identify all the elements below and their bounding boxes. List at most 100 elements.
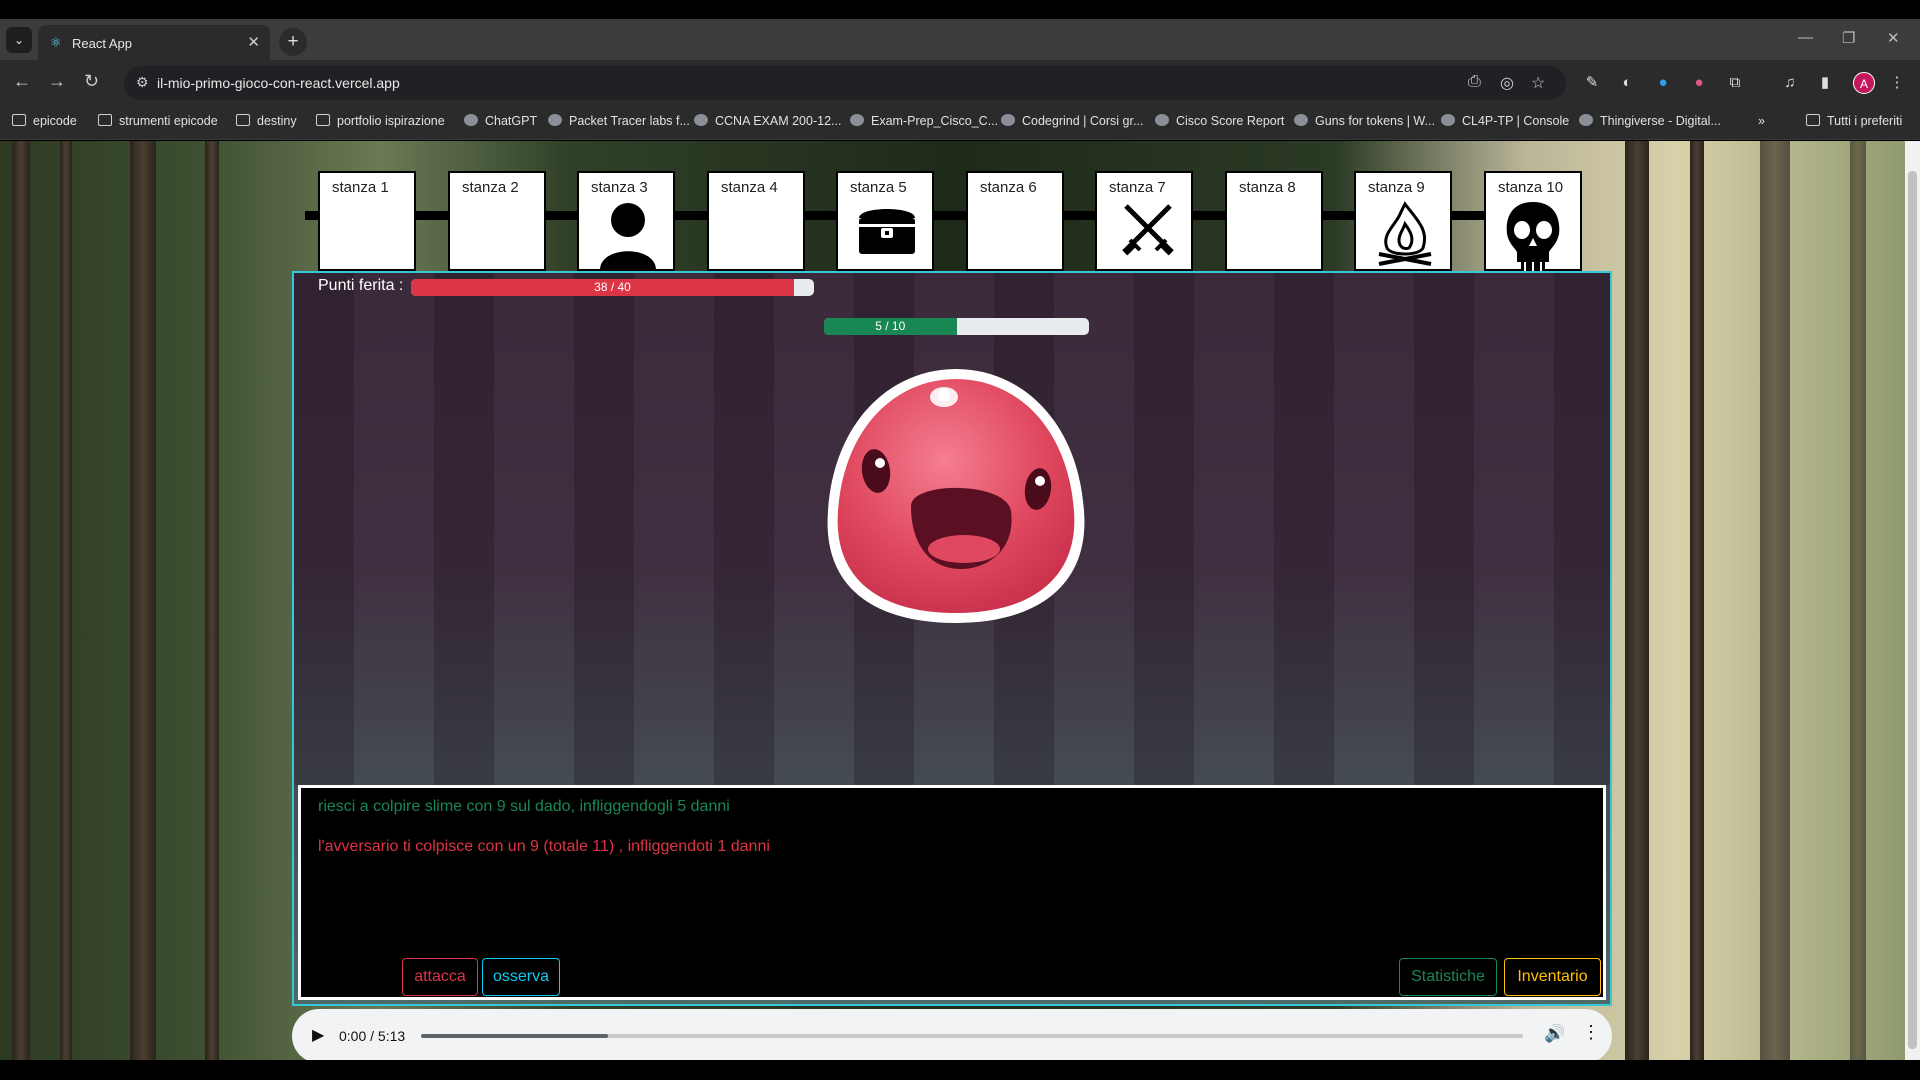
room-label: stanza 10 <box>1498 179 1564 196</box>
room-4: stanza 4 <box>707 171 805 271</box>
tab-search-button[interactable]: ⌄ <box>6 27 32 53</box>
address-bar[interactable]: ⚙ il-mio-primo-gioco-con-react.vercel.ap… <box>124 66 1566 100</box>
site-icon <box>1294 114 1308 126</box>
room-label: stanza 7 <box>1109 179 1166 196</box>
minimize-icon[interactable]: — <box>1798 29 1813 46</box>
profile-avatar[interactable]: A <box>1853 72 1875 94</box>
room-8: stanza 8 <box>1225 171 1323 271</box>
room-label: stanza 3 <box>591 179 648 196</box>
bookmark-label: CL4P-TP | Console <box>1462 114 1570 128</box>
bookmark-item[interactable]: Cisco Score Report <box>1155 114 1284 128</box>
extension-icon[interactable]: ◐ <box>1617 73 1637 93</box>
more-options-icon[interactable]: ⋮ <box>1582 1022 1600 1043</box>
media-control-icon[interactable]: ♫ <box>1780 73 1800 93</box>
close-window-icon[interactable]: ✕ <box>1887 29 1900 47</box>
audio-seek-bar[interactable] <box>421 1034 1523 1038</box>
room-label: stanza 2 <box>462 179 519 196</box>
bookmark-item[interactable]: ChatGPT <box>464 114 537 128</box>
game-panel: Punti ferita : 38 / 40 5 / 10 riesci a c… <box>292 271 1612 1006</box>
browser-tab[interactable]: ⚛ React App ✕ <box>38 25 270 60</box>
bookmark-label: Cisco Score Report <box>1176 114 1285 128</box>
room-label: stanza 6 <box>980 179 1037 196</box>
folder-icon <box>1806 114 1820 126</box>
observe-button[interactable]: osserva <box>482 958 560 996</box>
bookmark-item[interactable]: Thingiverse - Digital... <box>1579 114 1721 128</box>
bookmark-label: Exam-Prep_Cisco_C... <box>871 114 999 128</box>
folder-icon <box>98 114 112 126</box>
folder-icon <box>12 114 26 126</box>
folder-icon <box>236 114 250 126</box>
browser-menu-icon[interactable]: ⋮ <box>1887 73 1907 93</box>
tracking-protection-icon[interactable]: ◎ <box>1500 73 1514 93</box>
bookmark-label: Guns for tokens | W... <box>1315 114 1435 128</box>
bookmark-item[interactable]: Packet Tracer labs f... <box>548 114 690 128</box>
page-scrollbar[interactable] <box>1905 141 1920 1060</box>
folder-icon <box>316 114 330 126</box>
audio-progress <box>421 1034 609 1038</box>
bookmark-label: epicode <box>33 114 77 128</box>
bookmark-label: ChatGPT <box>485 114 538 128</box>
color-extension-icon[interactable]: ● <box>1689 73 1709 93</box>
enemy-hp-text: 5 / 10 <box>875 319 906 333</box>
log-message: riesci a colpire slime con 9 sul dado, i… <box>318 798 730 815</box>
bookmark-star-icon[interactable]: ☆ <box>1531 73 1545 93</box>
bookmark-item[interactable]: strumenti epicode <box>98 114 218 128</box>
bookmark-item[interactable]: Exam-Prep_Cisco_C... <box>850 114 998 128</box>
log-message: l'avversario ti colpisce con un 9 (total… <box>318 838 770 855</box>
room-5: stanza 5 <box>836 171 934 271</box>
player-hp-text: 38 / 40 <box>594 280 631 294</box>
room-label: stanza 1 <box>332 179 389 196</box>
bookmark-item[interactable]: destiny <box>236 114 297 128</box>
bookmark-label: Packet Tracer labs f... <box>569 114 690 128</box>
scrollbar-thumb[interactable] <box>1908 171 1917 1049</box>
room-label: stanza 9 <box>1368 179 1425 196</box>
bookmark-item[interactable]: Tutti i preferiti <box>1806 114 1902 128</box>
site-icon <box>548 114 562 126</box>
slime-enemy-image[interactable] <box>816 361 1096 631</box>
tab-title: React App <box>72 36 132 51</box>
room-2: stanza 2 <box>448 171 546 271</box>
site-icon <box>1001 114 1015 126</box>
bookmark-item[interactable]: epicode <box>12 114 77 128</box>
shazam-extension-icon[interactable]: ● <box>1653 73 1673 93</box>
install-app-icon[interactable]: ⎙ <box>1468 73 1481 91</box>
bookmark-label: Thingiverse - Digital... <box>1600 114 1721 128</box>
stats-button[interactable]: Statistiche <box>1399 958 1497 996</box>
extensions-puzzle-icon[interactable]: ⧉ <box>1725 73 1745 93</box>
bookmarks-bar: epicode strumenti epicode destiny portfolio… <box>0 106 1920 140</box>
browser-titlebar: ⌄ ⚛ React App ✕ + — ❐ ✕ <box>0 19 1920 60</box>
volume-icon[interactable]: 🔊 <box>1544 1024 1565 1044</box>
room-9: stanza 9 <box>1354 171 1452 271</box>
attack-button[interactable]: attacca <box>402 958 478 996</box>
eyedropper-extension-icon[interactable]: ✎ <box>1582 73 1602 93</box>
site-icon <box>1579 114 1593 126</box>
room-10: stanza 10 <box>1484 171 1582 272</box>
enemy-hp-bar: 5 / 10 <box>824 318 1089 335</box>
site-info-icon[interactable]: ⚙ <box>136 74 149 91</box>
combat-log: riesci a colpire slime con 9 sul dado, i… <box>298 785 1606 1000</box>
reload-icon[interactable]: ↻ <box>84 71 99 92</box>
chatgpt-icon <box>464 114 478 126</box>
play-icon[interactable]: ▶ <box>312 1025 324 1045</box>
more-bookmarks-icon[interactable]: » <box>1758 114 1765 128</box>
close-tab-icon[interactable]: ✕ <box>247 33 260 51</box>
room-7: stanza 7 <box>1095 171 1193 271</box>
site-icon <box>1155 114 1169 126</box>
bookmark-label: Tutti i preferiti <box>1827 114 1903 128</box>
room-label: stanza 8 <box>1239 179 1296 196</box>
bookmark-item[interactable]: CCNA EXAM 200-12... <box>694 114 841 128</box>
side-panel-icon[interactable]: ▮ <box>1815 73 1835 93</box>
forward-icon[interactable]: → <box>48 71 66 92</box>
bookmark-item[interactable]: portfolio ispirazione <box>316 114 445 128</box>
new-tab-button[interactable]: + <box>279 28 307 56</box>
bookmark-item[interactable]: Codegrind | Corsi gr... <box>1001 114 1143 128</box>
back-icon[interactable]: ← <box>13 71 31 92</box>
inventory-button[interactable]: Inventario <box>1504 958 1601 996</box>
bookmark-label: strumenti epicode <box>119 114 218 128</box>
audio-time: 0:00 / 5:13 <box>339 1028 406 1044</box>
bookmark-item[interactable]: Guns for tokens | W... <box>1294 114 1435 128</box>
room-3: stanza 3 <box>577 171 675 271</box>
bookmark-item[interactable]: CL4P-TP | Console <box>1441 114 1569 128</box>
restore-icon[interactable]: ❐ <box>1842 29 1855 47</box>
bookmark-label: CCNA EXAM 200-12... <box>715 114 842 128</box>
